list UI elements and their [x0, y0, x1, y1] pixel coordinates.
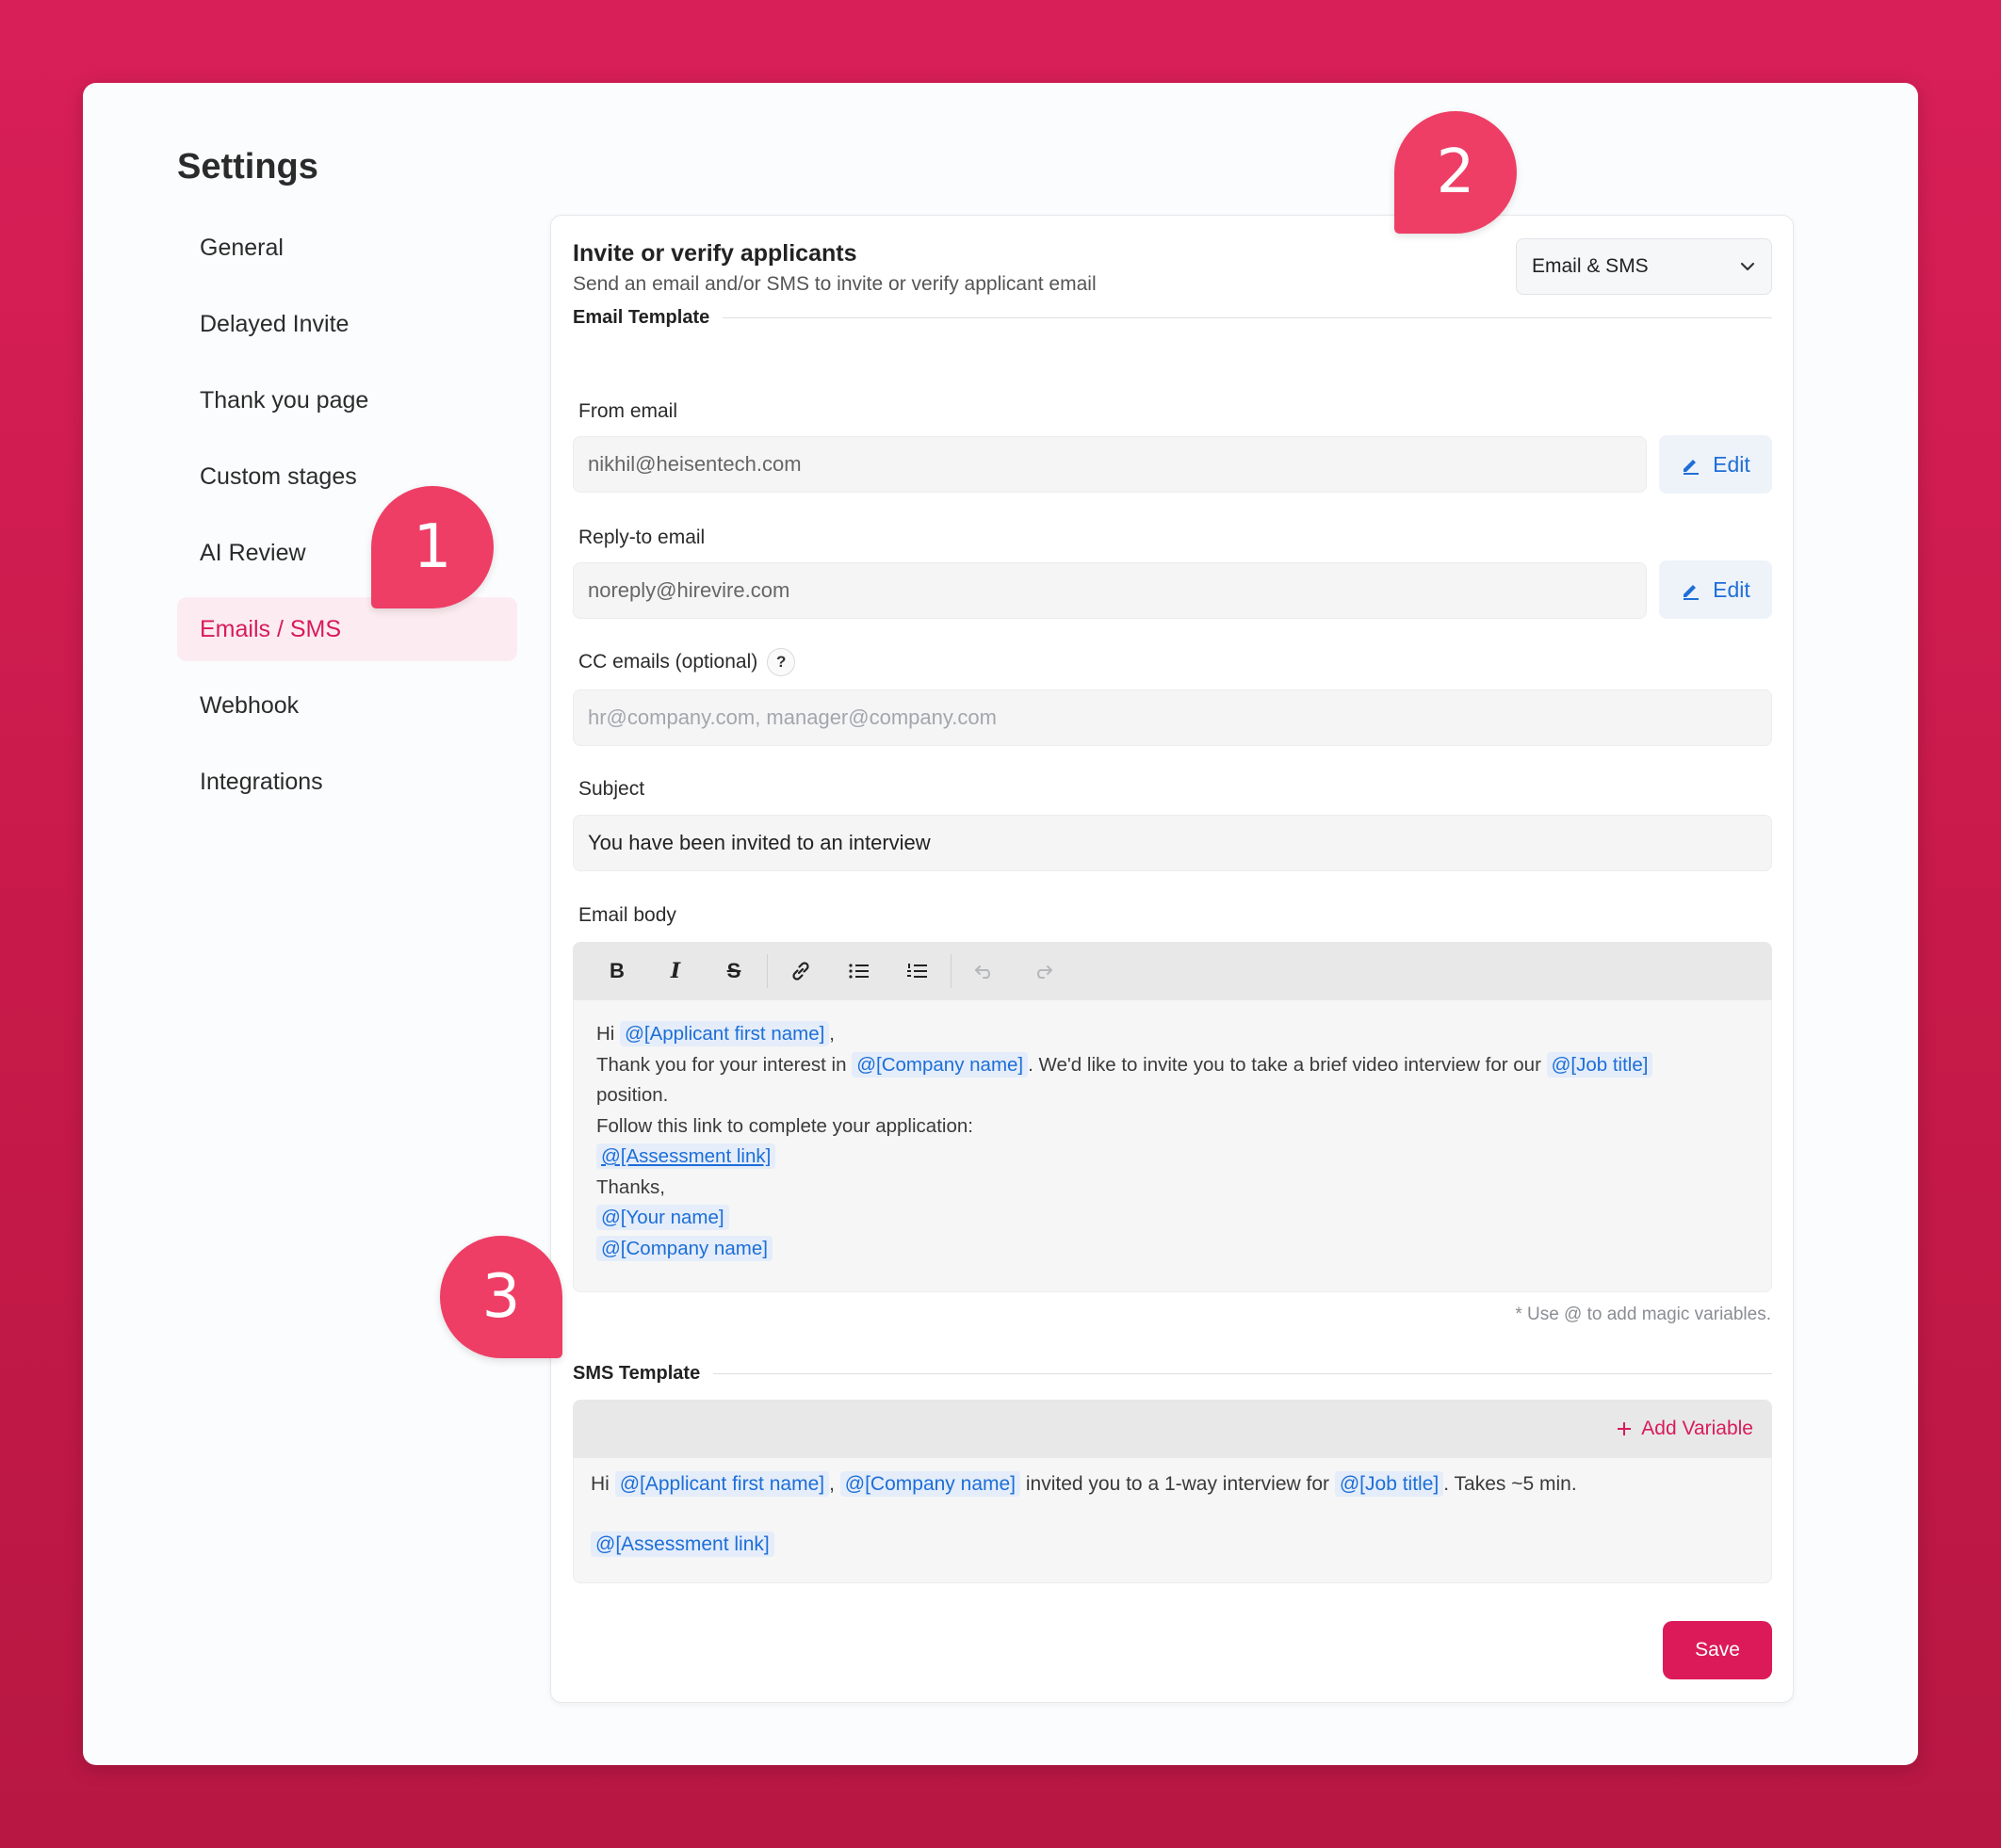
- callout-badge-3: 3: [440, 1236, 562, 1358]
- panel-title: Invite or verify applicants: [573, 240, 857, 267]
- sms-body-line: @[Assessment link]: [591, 1530, 1754, 1560]
- bullet-list-icon[interactable]: [830, 942, 888, 1000]
- edit-reply-to-button[interactable]: Edit: [1659, 560, 1772, 619]
- nav-item-thank-you-page[interactable]: Thank you page: [177, 368, 517, 432]
- email-body-line: @[Company name]: [596, 1234, 1749, 1265]
- email-body-editor[interactable]: Hi @[Applicant first name], Thank you fo…: [573, 1000, 1772, 1292]
- variable-chip[interactable]: @[Applicant first name]: [620, 1021, 830, 1046]
- edit-label: Edit: [1713, 451, 1750, 477]
- undo-icon[interactable]: [955, 942, 1014, 1000]
- magic-variables-hint: * Use @ to add magic variables.: [1515, 1305, 1771, 1324]
- chevron-down-icon: [1740, 262, 1755, 271]
- email-body-line: position.: [596, 1084, 669, 1106]
- callout-badge-2: 2: [1394, 111, 1517, 234]
- numbered-list-icon[interactable]: [888, 942, 947, 1000]
- email-template-heading: Email Template: [573, 307, 1772, 329]
- subject-label: Subject: [578, 778, 645, 800]
- variable-chip[interactable]: @[Job title]: [1334, 1471, 1444, 1497]
- sms-blank-line: [591, 1499, 1754, 1530]
- email-body-line: Follow this link to complete your applic…: [596, 1114, 973, 1137]
- email-body-line: Hi @[Applicant first name],: [596, 1021, 835, 1046]
- nav-item-webhook[interactable]: Webhook: [177, 673, 517, 738]
- link-icon[interactable]: [772, 942, 830, 1000]
- email-body-line: Thanks,: [596, 1175, 665, 1198]
- panel-subtitle: Send an email and/or SMS to invite or ve…: [573, 273, 1097, 295]
- variable-chip[interactable]: @[Applicant first name]: [614, 1471, 830, 1497]
- sms-toolbar: Add Variable: [573, 1400, 1772, 1458]
- from-email-field: nikhil@heisentech.com: [573, 436, 1647, 493]
- variable-chip[interactable]: @[Company name]: [852, 1051, 1029, 1078]
- sms-body-editor[interactable]: Hi @[Applicant first name], @[Company na…: [573, 1458, 1772, 1583]
- nav-item-delayed-invite[interactable]: Delayed Invite: [177, 292, 517, 356]
- subject-input[interactable]: You have been invited to an interview: [573, 815, 1772, 871]
- email-body-label: Email body: [578, 904, 676, 926]
- help-icon[interactable]: ?: [767, 648, 796, 676]
- channel-select[interactable]: Email & SMS: [1516, 238, 1772, 295]
- cc-emails-label: CC emails (optional) ?: [578, 648, 796, 676]
- invite-settings-panel: Invite or verify applicants Send an emai…: [550, 215, 1794, 1703]
- bold-icon[interactable]: B: [588, 942, 646, 1000]
- save-button[interactable]: Save: [1663, 1621, 1772, 1679]
- reply-to-field: noreply@hirevire.com: [573, 562, 1647, 619]
- variable-chip[interactable]: @[Company name]: [596, 1235, 773, 1261]
- editor-toolbar: B I S: [573, 942, 1772, 1000]
- redo-icon[interactable]: [1014, 942, 1072, 1000]
- pencil-icon: [1684, 585, 1700, 600]
- variable-chip[interactable]: @[Assessment link]: [591, 1532, 774, 1557]
- sms-template-heading: SMS Template: [573, 1363, 1772, 1385]
- email-body-line: Thank you for your interest in @[Company…: [596, 1050, 1749, 1081]
- pencil-icon: [1684, 460, 1700, 475]
- nav-item-integrations[interactable]: Integrations: [177, 750, 517, 814]
- callout-badge-1: 1: [371, 486, 494, 608]
- nav-item-general[interactable]: General: [177, 216, 517, 280]
- cc-emails-input[interactable]: hr@company.com, manager@company.com: [573, 689, 1772, 746]
- reply-to-label: Reply-to email: [578, 527, 706, 548]
- italic-icon[interactable]: I: [646, 942, 705, 1000]
- nav-item-emails-sms[interactable]: Emails / SMS: [177, 597, 517, 661]
- plus-icon: [1618, 1422, 1632, 1435]
- add-variable-button[interactable]: Add Variable: [1617, 1418, 1753, 1440]
- edit-label: Edit: [1713, 576, 1750, 602]
- channel-select-value: Email & SMS: [1532, 255, 1649, 277]
- variable-chip[interactable]: @[Your name]: [596, 1205, 729, 1230]
- variable-chip[interactable]: @[Company name]: [839, 1471, 1021, 1497]
- from-email-label: From email: [578, 400, 678, 422]
- toolbar-divider: [767, 954, 768, 988]
- variable-chip[interactable]: @[Assessment link]: [596, 1143, 776, 1169]
- sms-body-line: Hi @[Applicant first name], @[Company na…: [591, 1471, 1577, 1497]
- edit-from-email-button[interactable]: Edit: [1659, 435, 1772, 494]
- email-body-line: @[Assessment link]: [596, 1142, 1749, 1173]
- page-title: Settings: [177, 147, 318, 186]
- email-body-line: @[Your name]: [596, 1203, 1749, 1234]
- toolbar-divider: [951, 954, 952, 988]
- variable-chip[interactable]: @[Job title]: [1546, 1051, 1653, 1078]
- strikethrough-icon[interactable]: S: [705, 942, 763, 1000]
